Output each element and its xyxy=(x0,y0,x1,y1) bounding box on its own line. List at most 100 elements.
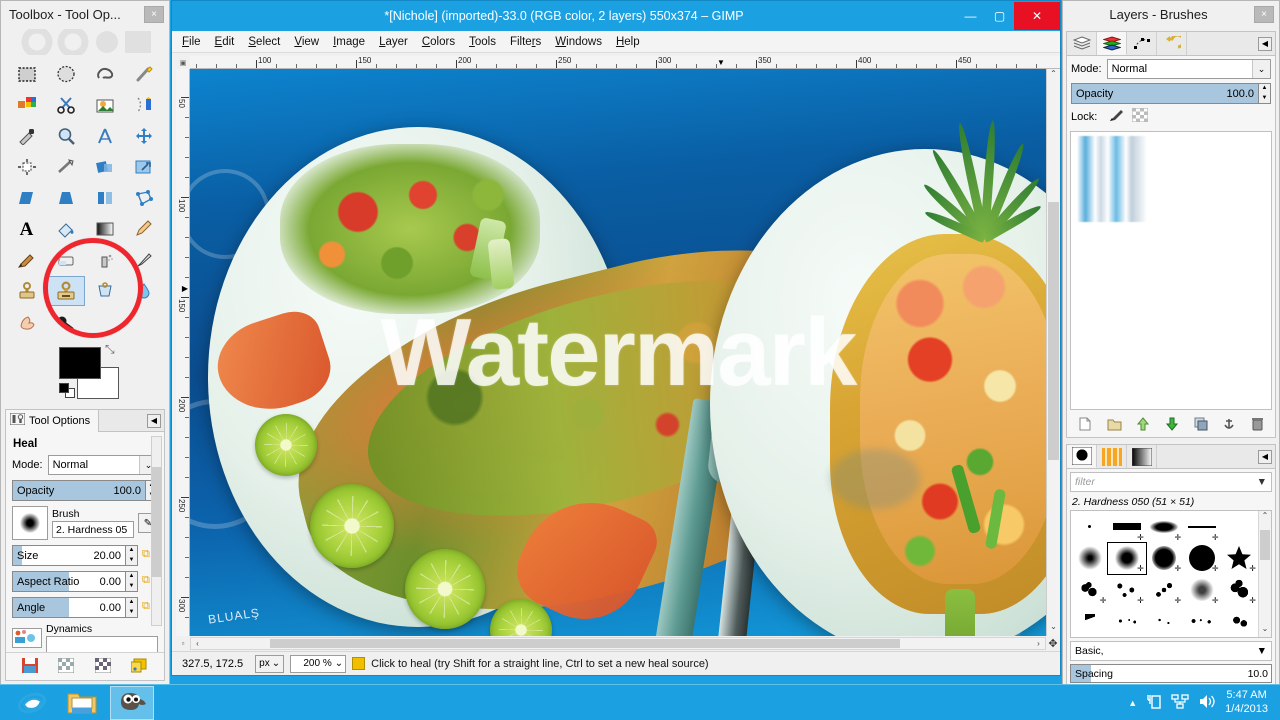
move-tool[interactable] xyxy=(124,121,163,151)
layer-mode-select[interactable]: Normal ⌄ xyxy=(1106,59,1271,79)
show-hidden-icons-button[interactable]: ▲ xyxy=(1128,698,1137,708)
toolbox-titlebar[interactable]: Toolbox - Tool Op... × xyxy=(1,1,169,28)
brush-sparks[interactable] xyxy=(1146,606,1183,638)
scissors-select-tool[interactable] xyxy=(46,90,85,120)
brush-splatters[interactable] xyxy=(1183,606,1220,638)
tool-options-menu-button[interactable]: ◀ xyxy=(147,413,161,428)
rect-select-tool[interactable] xyxy=(7,59,46,89)
brush-scroll-up-icon[interactable]: ⌃ xyxy=(1262,511,1269,524)
zoom-select[interactable]: 200 % ⌄ xyxy=(290,654,347,673)
text-tool[interactable]: A xyxy=(7,214,46,244)
vertical-ruler[interactable]: 50 100 150 200 250 300 ▶ xyxy=(176,69,190,636)
brush-spacing-slider[interactable]: Spacing 10.0 xyxy=(1070,664,1272,683)
aspect-ratio-slider[interactable]: Aspect Ratio 0.00 xyxy=(12,571,126,592)
brush-grid[interactable]: ✛ ✛ ✛ ✛ ✛ ✛ ✛ ✛ ✛ ✛ ✛ ✛ xyxy=(1071,511,1258,637)
close-button[interactable]: ✕ xyxy=(1014,2,1060,30)
brush-vine[interactable] xyxy=(1221,606,1258,638)
scale-tool[interactable] xyxy=(124,152,163,182)
blend-gradient-tool[interactable] xyxy=(85,214,124,244)
brush-bar-medium[interactable]: ✛ xyxy=(1108,511,1145,543)
patterns-tab[interactable] xyxy=(1097,445,1127,468)
eraser-tool[interactable] xyxy=(46,245,85,275)
blur-sharpen-tool[interactable] xyxy=(124,276,163,306)
scroll-left-icon[interactable]: ‹ xyxy=(191,639,204,648)
horizontal-ruler[interactable]: 100 150 200 250 300 350 400 450 ▼ xyxy=(190,56,1060,69)
heal-tool[interactable] xyxy=(46,276,85,306)
brush-preview[interactable] xyxy=(12,506,48,540)
canvas-horizontal-scrollbar[interactable]: ‹ › xyxy=(190,637,1046,650)
angle-slider[interactable]: Angle 0.00 xyxy=(12,597,126,618)
menu-view[interactable]: View xyxy=(294,36,319,48)
color-picker-tool[interactable] xyxy=(7,121,46,151)
ellipse-select-tool[interactable] xyxy=(46,59,85,89)
brush-grid-scrollbar[interactable]: ⌃ ⌄ xyxy=(1258,511,1271,637)
measure-tool[interactable] xyxy=(85,121,124,151)
brush-acrylic[interactable]: ✛ xyxy=(1071,574,1108,606)
brush-charcoal[interactable]: ✛ xyxy=(1183,574,1220,606)
brush-hardness-050[interactable]: ✛ xyxy=(1107,541,1147,575)
ruler-origin-button[interactable]: ▣ xyxy=(176,56,190,69)
swap-colors-icon[interactable]: ⤡ xyxy=(105,343,115,355)
paths-tool[interactable] xyxy=(124,90,163,120)
quick-mask-button[interactable]: ▫ xyxy=(176,639,190,648)
foreground-select-tool[interactable] xyxy=(85,90,124,120)
delete-layer-button[interactable] xyxy=(1251,417,1264,434)
menu-file[interactable]: File xyxy=(182,36,201,48)
maximize-button[interactable]: ▢ xyxy=(985,6,1014,27)
opacity-slider[interactable]: Opacity 100.0 xyxy=(12,480,146,501)
fuzzy-select-tool[interactable] xyxy=(124,59,163,89)
canvas-vertical-scrollbar[interactable]: ⌃ ⌄ xyxy=(1046,69,1060,636)
gradients-tab[interactable] xyxy=(1127,445,1157,468)
new-layer-group-button[interactable] xyxy=(1107,417,1122,434)
size-stepper[interactable]: ▲ ▼ xyxy=(126,545,138,566)
right-dock-close-button[interactable]: × xyxy=(1254,6,1274,23)
menu-help[interactable]: Help xyxy=(616,36,640,48)
menu-layer[interactable]: Layer xyxy=(379,36,408,48)
layer-list[interactable] xyxy=(1070,131,1272,410)
navigation-button[interactable]: ✥ xyxy=(1046,637,1060,650)
lock-pixels-icon[interactable] xyxy=(1109,108,1125,125)
menu-select[interactable]: Select xyxy=(248,36,280,48)
bucket-fill-tool[interactable] xyxy=(46,214,85,244)
brush-line-thin[interactable]: ✛ xyxy=(1183,511,1220,543)
smudge-tool[interactable] xyxy=(7,307,46,337)
channels-tab[interactable] xyxy=(1097,32,1127,55)
scroll-down-icon[interactable]: ⌄ xyxy=(1050,622,1057,636)
taskbar-internet-explorer[interactable] xyxy=(10,686,54,720)
brushes-pane-menu-button[interactable]: ◀ xyxy=(1258,449,1272,464)
rotate-tool[interactable] xyxy=(85,152,124,182)
undo-history-tab[interactable] xyxy=(1157,32,1187,55)
clone-tool[interactable] xyxy=(7,276,46,306)
brush-1-pixel[interactable] xyxy=(1071,511,1108,543)
ink-tool[interactable] xyxy=(124,245,163,275)
duplicate-layer-button[interactable] xyxy=(1194,417,1208,434)
scroll-right-icon[interactable]: › xyxy=(1032,639,1045,648)
anchor-layer-button[interactable] xyxy=(1222,417,1236,434)
scroll-up-icon[interactable]: ⌃ xyxy=(1050,69,1057,83)
dynamics-preview[interactable] xyxy=(12,628,42,648)
angle-stepper[interactable]: ▲ ▼ xyxy=(126,597,138,618)
size-slider[interactable]: Size 20.00 xyxy=(12,545,126,566)
free-select-tool[interactable] xyxy=(85,59,124,89)
layer-opacity-stepper[interactable]: ▲ ▼ xyxy=(1259,83,1271,104)
paintbrush-tool[interactable] xyxy=(7,245,46,275)
image-canvas[interactable]: BLUALŞ Watermark xyxy=(190,69,1046,636)
perspective-clone-tool[interactable] xyxy=(85,276,124,306)
tool-options-scrollbar[interactable] xyxy=(151,436,162,626)
cage-transform-tool[interactable] xyxy=(124,183,163,213)
brush-hardness-100[interactable]: ✛ xyxy=(1183,543,1220,575)
restore-tool-preset-button[interactable] xyxy=(57,657,75,676)
taskbar-gimp[interactable] xyxy=(110,685,154,720)
foreground-color-swatch[interactable] xyxy=(59,347,101,379)
volume-icon[interactable] xyxy=(1198,693,1216,713)
brush-star[interactable]: ✛ xyxy=(1221,543,1258,575)
menu-image[interactable]: Image xyxy=(333,36,365,48)
flip-tool[interactable] xyxy=(85,183,124,213)
dynamics-value[interactable] xyxy=(46,636,158,652)
brush-bristles[interactable]: ✛ xyxy=(1108,574,1145,606)
image-window-titlebar[interactable]: *[Nichole] (imported)-33.0 (RGB color, 2… xyxy=(172,1,1060,31)
menu-filters[interactable]: Filters xyxy=(510,36,541,48)
taskbar-file-explorer[interactable] xyxy=(60,686,104,720)
right-dock-titlebar[interactable]: Layers - Brushes × xyxy=(1063,1,1279,28)
brush-filter-input[interactable]: filter ▼ xyxy=(1070,472,1272,492)
